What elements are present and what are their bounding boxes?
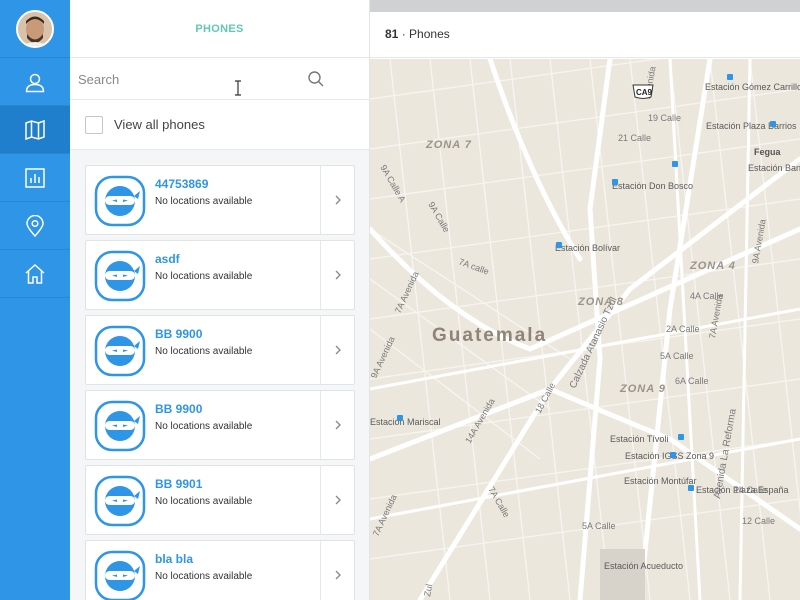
location-pin-icon xyxy=(26,214,44,237)
phone-name: asdf xyxy=(155,252,180,266)
card-divider xyxy=(320,541,321,600)
phone-name: BB 9900 xyxy=(155,327,203,341)
profile-area xyxy=(0,0,70,58)
map-station-label: Estación Gómez Carrillo xyxy=(705,82,800,92)
chart-icon xyxy=(25,167,45,188)
map-station-label: Estación Tívoli xyxy=(610,434,668,444)
map-street-label: 21 Calle xyxy=(618,133,651,143)
chevron-right-icon[interactable] xyxy=(334,420,342,430)
map-header: 81 · Phones xyxy=(370,0,800,58)
avatar[interactable] xyxy=(16,9,54,48)
rail-item-map[interactable] xyxy=(0,106,70,154)
view-all-row[interactable]: View all phones xyxy=(70,100,369,150)
view-all-label: View all phones xyxy=(114,117,205,132)
phone-name: 44753869 xyxy=(155,177,209,191)
map-zone-label: ZONA 9 xyxy=(619,383,666,395)
search-bar xyxy=(70,58,369,100)
panel-title: PHONES xyxy=(195,22,244,35)
phone-card[interactable]: asdf No locations available xyxy=(85,240,355,310)
chevron-right-icon[interactable] xyxy=(334,195,342,205)
phone-count-value: 81 xyxy=(385,27,399,41)
phone-count-separator: · xyxy=(401,27,406,41)
map-street-label: 12 Calle xyxy=(742,516,775,526)
rail-item-locations[interactable] xyxy=(0,202,70,250)
map-street-label: Zul xyxy=(422,583,434,597)
map-street-label: 6A Calle xyxy=(675,376,709,386)
map-station-label: Estación Plaza España xyxy=(696,485,789,495)
map-station-label: Estación Montúfar xyxy=(624,476,697,486)
search-input[interactable] xyxy=(78,66,298,92)
phone-status: No locations available xyxy=(155,196,253,207)
map-header-strip xyxy=(370,0,800,12)
chevron-right-icon[interactable] xyxy=(334,570,342,580)
map-street-label: Fegua xyxy=(754,147,781,157)
chevron-right-icon[interactable] xyxy=(334,270,342,280)
phone-card[interactable]: BB 9900 No locations available xyxy=(85,315,355,385)
card-divider xyxy=(320,241,321,309)
phone-count: 81 · Phones xyxy=(385,27,450,41)
map-zone-label: ZONA 4 xyxy=(689,260,736,272)
map-street-label: 2A Calle xyxy=(666,324,700,334)
phone-status: No locations available xyxy=(155,421,253,432)
home-icon xyxy=(25,263,45,284)
ninja-avatar-icon xyxy=(94,175,146,227)
phone-status: No locations available xyxy=(155,571,253,582)
map-station-label: Estación Mariscal xyxy=(370,417,441,427)
rail-item-profile[interactable] xyxy=(0,58,70,106)
phone-name: BB 9901 xyxy=(155,477,203,491)
map-street-label: 5A Calle xyxy=(582,521,616,531)
text-cursor-icon xyxy=(235,80,241,96)
panel-header: PHONES xyxy=(70,0,369,58)
left-rail xyxy=(0,0,70,600)
phone-card[interactable]: bla bla No locations available xyxy=(85,540,355,600)
map-street-label: 19 Calle xyxy=(648,113,681,123)
phone-status: No locations available xyxy=(155,496,253,507)
card-divider xyxy=(320,316,321,384)
chevron-right-icon[interactable] xyxy=(334,495,342,505)
ninja-avatar-icon xyxy=(94,325,146,377)
map-station-label: Estación Bolívar xyxy=(555,243,620,253)
phone-list: 44753869 No locations available asdf No loc… xyxy=(85,165,355,600)
map-station-label: Estación Don Bosco xyxy=(612,181,693,191)
phone-status: No locations available xyxy=(155,271,253,282)
phone-card[interactable]: BB 9900 No locations available xyxy=(85,390,355,460)
map-station-label: Estación IGSS Zona 9 xyxy=(625,451,714,461)
phone-name: BB 9900 xyxy=(155,402,203,416)
map-view[interactable]: ZONA 7 ZONA 8 ZONA 4 ZONA 9 Guatemala 9A… xyxy=(370,59,800,600)
highway-shield: CA9 xyxy=(632,84,654,99)
search-icon[interactable] xyxy=(307,70,325,88)
card-divider xyxy=(320,166,321,234)
ninja-avatar-icon xyxy=(94,550,146,600)
map-icon xyxy=(25,119,45,140)
view-all-checkbox[interactable] xyxy=(85,115,103,134)
ninja-avatar-icon xyxy=(94,250,146,302)
phone-card[interactable]: 44753869 No locations available xyxy=(85,165,355,235)
rail-item-home[interactable] xyxy=(0,250,70,298)
map-city-label: Guatemala xyxy=(432,325,547,346)
map-station-label: Estación Acueducto xyxy=(604,561,683,571)
card-divider xyxy=(320,391,321,459)
highway-shield-label: CA9 xyxy=(636,88,653,97)
phones-panel: PHONES View all phones 44753869 No locati… xyxy=(70,0,370,600)
rail-item-reports[interactable] xyxy=(0,154,70,202)
card-divider xyxy=(320,466,321,534)
phone-card[interactable]: BB 9901 No locations available xyxy=(85,465,355,535)
ninja-avatar-icon xyxy=(94,475,146,527)
phone-name: bla bla xyxy=(155,552,194,566)
map-station-label: Estación Plaza Barrios xyxy=(706,121,797,131)
map-zone-label: ZONA 7 xyxy=(425,139,472,151)
phone-status: No locations available xyxy=(155,346,253,357)
phone-count-label: Phones xyxy=(409,27,450,41)
user-icon xyxy=(25,73,45,92)
ninja-avatar-icon xyxy=(94,400,146,452)
map-street-label: 5A Calle xyxy=(660,351,694,361)
chevron-right-icon[interactable] xyxy=(334,345,342,355)
map-station-label: Estación Banco de Guatemala xyxy=(748,163,800,173)
